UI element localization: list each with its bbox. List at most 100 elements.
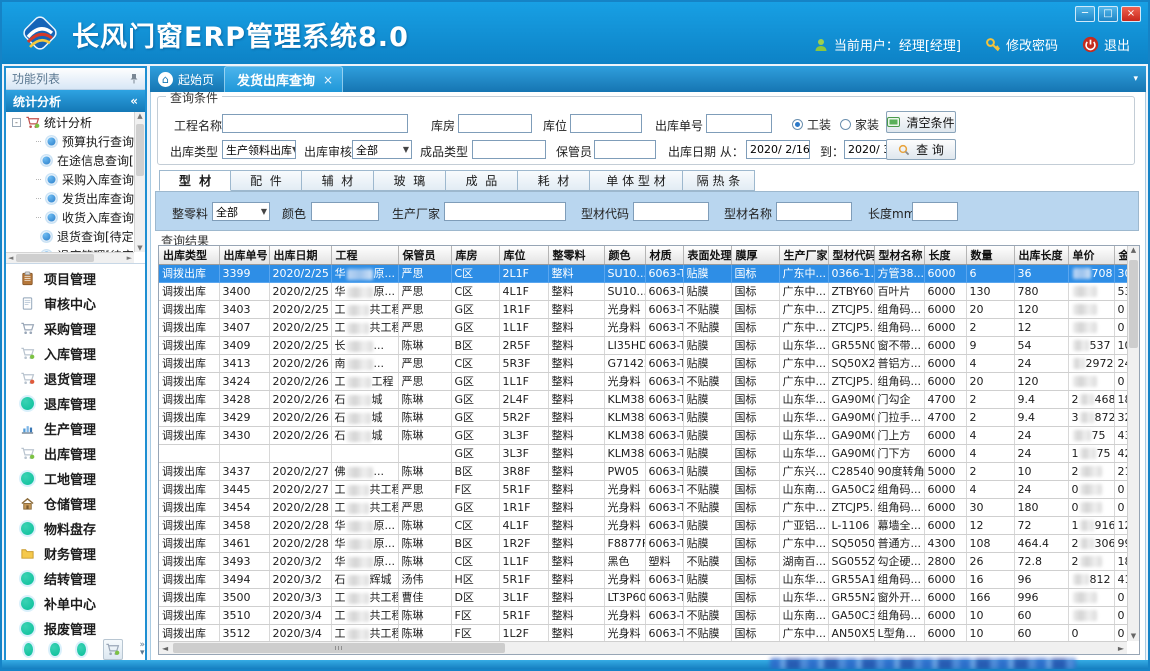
- tree-root[interactable]: - 统计分析: [6, 112, 134, 132]
- cart-quick-button[interactable]: [103, 639, 122, 660]
- column-header[interactable]: 库位: [499, 246, 548, 264]
- table-row[interactable]: 调拨出库34092020/2/25长...陈琳B区2R5F整料LI35HD606…: [159, 336, 1127, 354]
- scrollbar-thumb[interactable]: [136, 124, 144, 176]
- tree-horizontal-scrollbar[interactable]: ◄►: [6, 252, 134, 263]
- table-horizontal-scrollbar[interactable]: ◄►: [159, 641, 1127, 654]
- sidebar-item-12[interactable]: 结转管理: [6, 566, 145, 591]
- material-tab-0[interactable]: 型 材: [159, 170, 231, 191]
- table-row[interactable]: 调拨出库34582020/2/28华原...陈琳C区4L1F整料光身料6063-…: [159, 516, 1127, 534]
- close-button[interactable]: ×: [1121, 6, 1141, 22]
- warehouse-input[interactable]: [458, 114, 532, 133]
- quick-icon-3[interactable]: [77, 643, 86, 656]
- radio-home[interactable]: 家装: [840, 116, 879, 133]
- column-header[interactable]: 金额: [1114, 246, 1127, 264]
- tree-vertical-scrollbar[interactable]: ▲▼: [134, 112, 145, 252]
- column-header[interactable]: 出库单号: [219, 246, 269, 264]
- sidebar-item-5[interactable]: 退库管理: [6, 391, 145, 416]
- sidebar-item-1[interactable]: 审核中心: [6, 291, 145, 316]
- quick-icon-1[interactable]: [24, 643, 33, 656]
- column-header[interactable]: 表面处理: [683, 246, 731, 264]
- column-header[interactable]: 库房: [451, 246, 499, 264]
- sidebar-item-0[interactable]: 项目管理: [6, 266, 145, 291]
- material-tab-7[interactable]: 隔 热 条: [683, 170, 755, 191]
- sidebar-item-8[interactable]: 工地管理: [6, 466, 145, 491]
- tab-shipment-query[interactable]: 发货出库查询 ×: [224, 66, 343, 92]
- table-row[interactable]: 调拨出库34372020/2/27佛...陈琳B区3R8F整料PW056063-…: [159, 462, 1127, 480]
- pin-icon[interactable]: [129, 73, 139, 84]
- location-input[interactable]: [570, 114, 642, 133]
- tab-close-icon[interactable]: ×: [323, 73, 333, 87]
- table-row[interactable]: 调拨出库34292020/2/26石城陈琳G区5R2F整料KLM38176063…: [159, 408, 1127, 426]
- logout-button[interactable]: 退出: [1082, 35, 1130, 54]
- column-header[interactable]: 出库类型: [159, 246, 219, 264]
- tree-expand-icon[interactable]: -: [12, 118, 21, 127]
- tree-item[interactable]: 在途信息查询[待: [6, 151, 134, 170]
- length-input[interactable]: [912, 202, 958, 221]
- maximize-button[interactable]: □: [1098, 6, 1118, 22]
- minimize-button[interactable]: ─: [1075, 6, 1095, 22]
- tree-item[interactable]: 采购入库查询: [6, 170, 134, 189]
- material-tab-2[interactable]: 辅 材: [302, 170, 374, 191]
- scrollbar-thumb[interactable]: [16, 254, 94, 262]
- whole-part-select[interactable]: 全部▼: [212, 202, 270, 221]
- column-header[interactable]: 材质: [645, 246, 683, 264]
- column-header[interactable]: 单价: [1068, 246, 1114, 264]
- table-row[interactable]: 调拨出库33992020/2/25华原...严思C区2L1F整料SU10...6…: [159, 264, 1127, 282]
- project-name-input[interactable]: [222, 114, 408, 133]
- tab-list-dropdown-icon[interactable]: ▾: [1133, 74, 1138, 84]
- column-header[interactable]: 出库日期: [269, 246, 331, 264]
- table-row[interactable]: 调拨出库34942020/3/2石辉城汤伟H区5R1F整料光身料6063-T5贴…: [159, 570, 1127, 588]
- table-row[interactable]: 调拨出库35102020/3/4工共工程陈琳F区5R1F整料光身料6063-T5…: [159, 606, 1127, 624]
- material-tab-3[interactable]: 玻 璃: [374, 170, 446, 191]
- sidebar-item-2[interactable]: 采购管理: [6, 316, 145, 341]
- keeper-input[interactable]: [594, 140, 656, 159]
- tree-item[interactable]: 退货查询[待定]: [6, 227, 134, 246]
- material-tab-1[interactable]: 配 件: [231, 170, 302, 191]
- table-row[interactable]: 调拨出库34612020/2/28华原...陈琳B区1R2F整料F8877FT6…: [159, 534, 1127, 552]
- audit-select[interactable]: 全部▼: [352, 140, 412, 159]
- sidebar-item-13[interactable]: 补单中心: [6, 591, 145, 616]
- column-header[interactable]: 工程: [331, 246, 398, 264]
- change-password-button[interactable]: 修改密码: [985, 35, 1058, 54]
- sidebar-item-3[interactable]: 入库管理: [6, 341, 145, 366]
- order-no-input[interactable]: [706, 114, 772, 133]
- column-header[interactable]: 长度: [924, 246, 966, 264]
- table-row[interactable]: 调拨出库34542020/2/28工共工程严思G区1R1F整料光身料6063-T…: [159, 498, 1127, 516]
- material-tab-6[interactable]: 单 体 型 材: [590, 170, 683, 191]
- sidebar-item-7[interactable]: 出库管理: [6, 441, 145, 466]
- column-header[interactable]: 生产厂家: [779, 246, 828, 264]
- table-row[interactable]: 调拨出库35122020/3/4工共工程陈琳F区1L2F整料光身料6063-T5…: [159, 624, 1127, 641]
- tree-item[interactable]: 收货入库查询: [6, 208, 134, 227]
- product-type-input[interactable]: [472, 140, 546, 159]
- table-vertical-scrollbar[interactable]: ▲▼: [1127, 246, 1139, 641]
- date-from-select[interactable]: 2020/ 2/16▼: [746, 140, 810, 159]
- table-row[interactable]: 调拨出库34002020/2/25华原...严思C区4L1F整料SU10...6…: [159, 282, 1127, 300]
- sidebar-item-11[interactable]: 财务管理: [6, 541, 145, 566]
- table-row[interactable]: 调拨出库34932020/3/2华原...陈琳C区1L1F整料黑色塑料不贴膜国标…: [159, 552, 1127, 570]
- column-header[interactable]: 整零料: [548, 246, 604, 264]
- table-row[interactable]: 调拨出库34032020/2/25工共工程严思G区1R1F整料光身料6063-T…: [159, 300, 1127, 318]
- material-tab-4[interactable]: 成 品: [446, 170, 518, 191]
- column-header[interactable]: 膜厚: [731, 246, 779, 264]
- profile-name-input[interactable]: [776, 202, 852, 221]
- table-row[interactable]: 调拨出库35002020/3/3工共工程曹佳D区3L1F整料LT3P606063…: [159, 588, 1127, 606]
- maker-input[interactable]: [444, 202, 566, 221]
- color-input[interactable]: [311, 202, 379, 221]
- clear-conditions-button[interactable]: 清空条件: [886, 111, 956, 133]
- scrollbar-thumb[interactable]: [173, 643, 505, 653]
- table-row[interactable]: 调拨出库34242020/2/26工工程严思G区1L1F整料光身料6063-T5…: [159, 372, 1127, 390]
- more-buttons-chevron[interactable]: »▾: [140, 641, 146, 657]
- table-row[interactable]: G区3L3F整料KLM38176063-T5贴膜国标山东华...GA90M09.…: [159, 444, 1127, 462]
- sidebar-item-10[interactable]: 物料盘存: [6, 516, 145, 541]
- column-header[interactable]: 型材名称: [874, 246, 924, 264]
- sidebar-item-6[interactable]: 生产管理: [6, 416, 145, 441]
- table-row[interactable]: 调拨出库34282020/2/26石城陈琳G区2L4F整料KLM38176063…: [159, 390, 1127, 408]
- column-header[interactable]: 保管员: [398, 246, 451, 264]
- out-type-select[interactable]: 生产领料出库▼: [222, 140, 296, 159]
- tree-item[interactable]: 预算执行查询: [6, 132, 134, 151]
- column-header[interactable]: 型材代码: [828, 246, 874, 264]
- search-button[interactable]: 查 询: [886, 139, 956, 160]
- quick-icon-2[interactable]: [50, 643, 59, 656]
- tree-item[interactable]: 发货出库查询: [6, 189, 134, 208]
- column-header[interactable]: 数量: [966, 246, 1014, 264]
